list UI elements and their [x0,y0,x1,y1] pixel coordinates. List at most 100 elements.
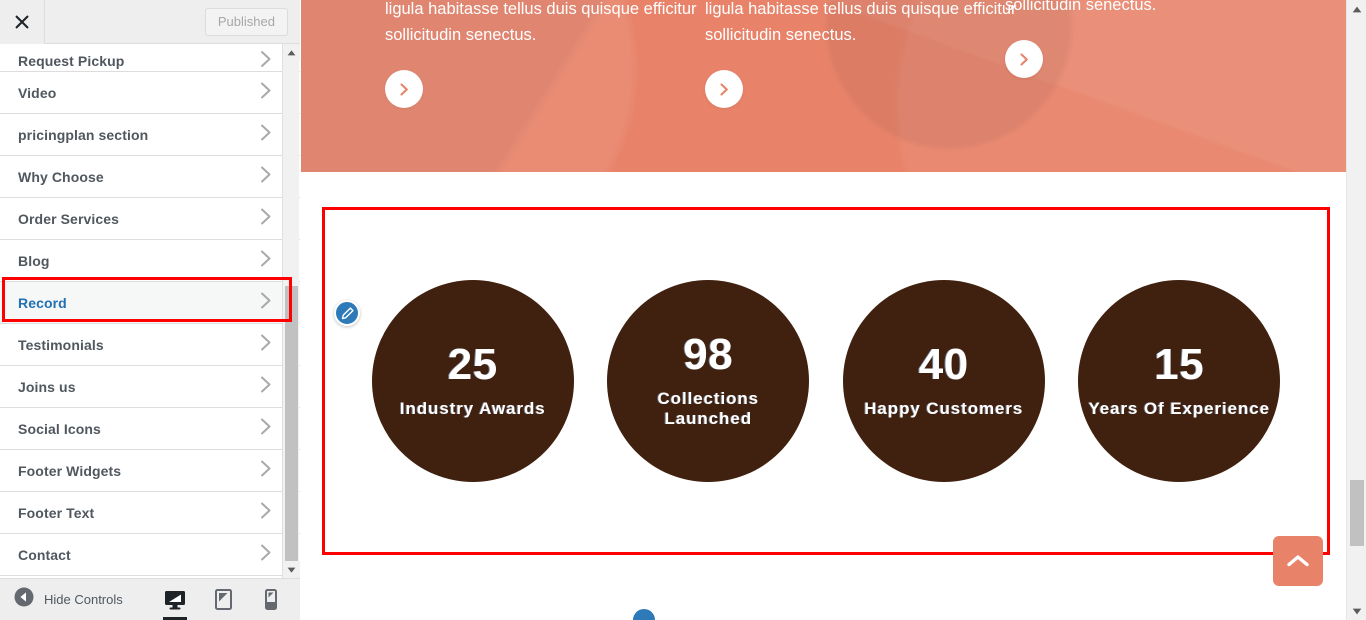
chevron-right-icon [261,334,271,350]
hide-controls-label: Hide Controls [44,592,123,607]
services-band: ligula habitasse tellus duis quisque eff… [301,0,1346,172]
record-section: 25 Industry Awards 98 Collections Launched 4… [322,207,1330,555]
sidebar-item-social-icons[interactable]: Social Icons [0,408,300,450]
sidebar-item-why-choose[interactable]: Why Choose [0,156,300,198]
customizer-screen: Published Request Pickup Video pricingplan… [0,0,1366,620]
service-text: ligula habitasse tellus duis quisque eff… [705,0,1017,44]
sidebar-item-footer-text[interactable]: Footer Text [0,492,300,534]
site-preview-pane[interactable]: ligula habitasse tellus duis quisque eff… [301,0,1346,620]
customizer-sidebar: Published Request Pickup Video pricingplan… [0,0,300,620]
chevron-right-icon [261,82,271,98]
preview-scrollbar[interactable] [1346,0,1366,620]
chevron-right-icon [260,50,272,71]
chevron-right-icon [260,291,272,314]
chevron-right-icon [261,502,271,518]
counter-circle: 40 Happy Customers [842,280,1045,482]
chevron-right-icon [261,292,271,308]
sidebar-item-pricingplan-section[interactable]: pricingplan section [0,114,300,156]
sidebar-item-blog[interactable]: Blog [0,240,300,282]
chevron-right-icon [261,124,271,140]
chevron-right-icon [260,333,272,356]
chevron-right-icon [261,250,271,266]
counter-circle: 25 Industry Awards [371,280,574,482]
sidebar-item-label: Footer Widgets [18,462,122,479]
customizer-header: Published [0,0,300,44]
sidebar-scrollbar[interactable] [282,44,300,578]
chevron-right-icon [261,166,271,182]
counter-label: Collections Launched [657,389,760,428]
chevron-right-icon [260,165,272,188]
sidebar-item-record[interactable]: Record [0,282,300,324]
service-column: ligula habitasse tellus duis quisque eff… [385,0,705,108]
sidebar-item-request-pickup[interactable]: Request Pickup [0,44,300,72]
preview-scroll-down-icon[interactable] [1347,602,1366,620]
counter-number: 15 [1154,340,1205,389]
sidebar-item-label: pricingplan section [18,126,149,143]
sidebar-item-footer-widgets[interactable]: Footer Widgets [0,450,300,492]
counter-label: Industry Awards [399,399,546,418]
sidebar-item-label: Blog [18,252,50,269]
sidebar-item-label: Footer Text [18,504,95,521]
scroll-to-top-button[interactable] [1273,536,1323,586]
sidebar-scrollbar-thumb[interactable] [285,286,298,561]
close-icon[interactable] [0,0,45,44]
counter-circle: 98 Collections Launched [607,280,810,482]
sidebar-item-video[interactable]: Video [0,72,300,114]
counter-number: 25 [447,340,498,389]
counter-circles: 25 Industry Awards 98 Collections Launched 4… [325,210,1327,552]
chevron-right-icon [260,249,272,272]
customizer-header-actions: Published [45,0,300,44]
sidebar-item-label: Record [18,294,67,311]
chevron-right-icon [261,51,271,67]
device-button-tablet[interactable] [210,579,236,620]
device-button-desktop[interactable] [162,579,188,620]
chevron-up-icon [1287,555,1309,567]
sidebar-item-contact[interactable]: Contact [0,534,300,576]
published-button[interactable]: Published [204,7,288,36]
customizer-panel-list[interactable]: Request Pickup Video pricingplan section Wh… [0,44,300,578]
counter-circle: 15 Years Of Experience [1078,280,1281,482]
counter-label: Years Of Experience [1088,399,1271,418]
chevron-right-icon [260,375,272,398]
service-text: ligula habitasse tellus duis quisque eff… [385,0,697,44]
service-arrow-button[interactable] [1005,40,1043,78]
sidebar-item-label: Video [18,84,57,101]
edit-pencil-icon[interactable] [631,607,657,620]
sidebar-item-label: Joins us [18,378,76,395]
chevron-right-icon [260,417,272,440]
service-column: ligula habitasse tellus duis quisque eff… [705,0,1025,108]
sidebar-item-testimonials[interactable]: Testimonials [0,324,300,366]
sidebar-item-label: Contact [18,546,71,563]
chevron-right-icon [261,376,271,392]
service-text: ligula habitasse tellus duis quisque eff… [1005,0,1157,14]
counter-label: Happy Customers [864,399,1024,418]
sidebar-scroll-up-icon[interactable] [283,44,300,61]
sidebar-item-label: Order Services [18,210,120,227]
preview-scroll-up-icon[interactable] [1347,0,1366,18]
sidebar-item-label: Why Choose [18,168,104,185]
sidebar-item-joins-us[interactable]: Joins us [0,366,300,408]
hide-controls-button[interactable]: Hide Controls [0,587,123,612]
chevron-right-icon [399,82,408,96]
service-arrow-button[interactable] [385,70,423,108]
preview-scrollbar-thumb[interactable] [1350,480,1364,546]
chevron-right-icon [260,123,272,146]
customizer-footer: Hide Controls [0,578,300,620]
chevron-right-icon [261,208,271,224]
chevron-right-icon [260,543,272,566]
collapse-left-icon [14,587,34,612]
chevron-right-icon [1019,52,1028,66]
service-arrow-button[interactable] [705,70,743,108]
chevron-right-icon [260,207,272,230]
sidebar-scroll-down-icon[interactable] [283,561,300,578]
chevron-right-icon [261,418,271,434]
device-button-mobile[interactable] [258,579,284,620]
edit-pencil-icon[interactable] [334,300,360,326]
device-preview-buttons [162,579,300,620]
sidebar-item-order-services[interactable]: Order Services [0,198,300,240]
chevron-right-icon [719,82,728,96]
service-column: ligula habitasse tellus duis quisque eff… [1005,0,1325,78]
sidebar-item-label: Testimonials [18,336,104,353]
sidebar-item-label: Request Pickup [18,53,125,69]
sidebar-item-label: Social Icons [18,420,101,437]
